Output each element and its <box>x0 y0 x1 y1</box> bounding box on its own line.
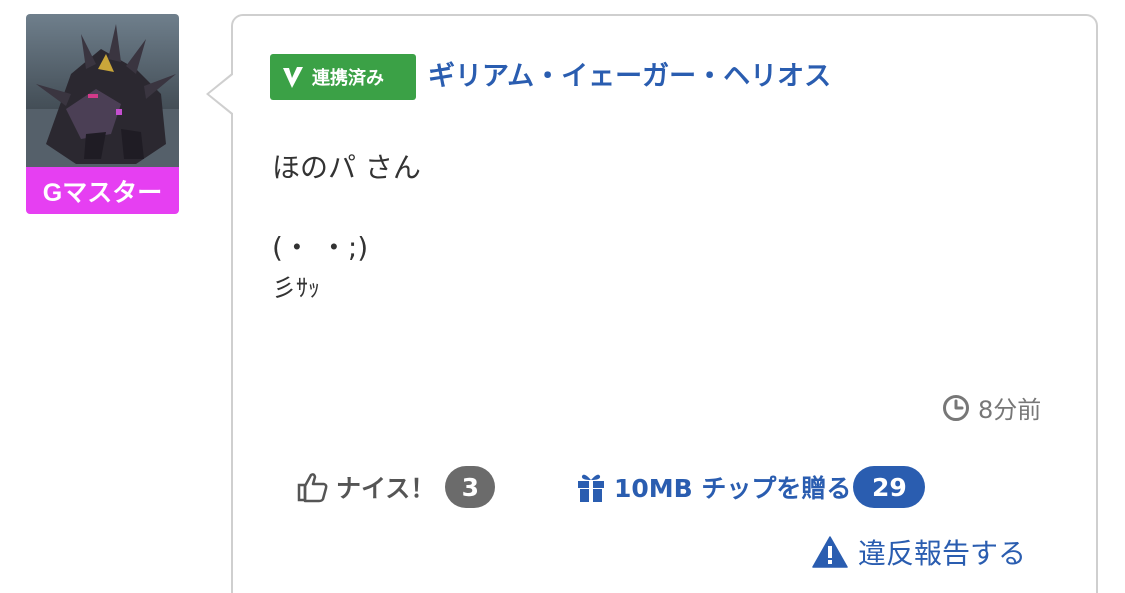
comment-post: Gマスター 連携済み ギリアム・イェーガー・ヘリオス ほのパ さん (・ ・;)… <box>0 0 1125 593</box>
message-line: 彡ｻｯ <box>272 274 320 302</box>
timestamp-text: 8分前 <box>978 396 1042 424</box>
tip-button[interactable]: 10MB チップを贈る 29 <box>576 466 926 508</box>
tip-count: 29 <box>853 466 926 508</box>
message-line: (・ ・;) <box>272 231 369 264</box>
bubble-tail-inner <box>209 74 234 114</box>
clock-icon <box>943 394 969 421</box>
nice-button[interactable]: ナイス！ 3 <box>296 466 496 508</box>
check-v-icon <box>283 67 303 88</box>
linked-badge: 連携済み <box>270 54 416 100</box>
message-body: ほのパ さん (・ ・;) 彡ｻｯ <box>272 148 421 308</box>
nice-label: ナイス！ <box>336 474 436 503</box>
warning-icon <box>812 536 848 568</box>
avatar-image <box>26 14 179 167</box>
thumbs-up-icon <box>297 473 328 503</box>
nice-count: 3 <box>445 466 496 508</box>
tip-label: 10MB チップを贈る <box>614 474 852 503</box>
avatar[interactable]: Gマスター <box>26 14 179 214</box>
username-link[interactable]: ギリアム・イェーガー・ヘリオス <box>428 57 831 97</box>
message-line: ほのパ さん <box>272 151 421 184</box>
timestamp: 8分前 <box>942 390 1041 425</box>
message-line <box>272 188 421 228</box>
report-link[interactable]: 違反報告する <box>812 532 1026 572</box>
gift-icon <box>578 474 604 502</box>
rank-badge: Gマスター <box>26 167 179 214</box>
report-label: 違反報告する <box>858 537 1027 570</box>
linked-badge-label: 連携済み <box>312 68 384 89</box>
